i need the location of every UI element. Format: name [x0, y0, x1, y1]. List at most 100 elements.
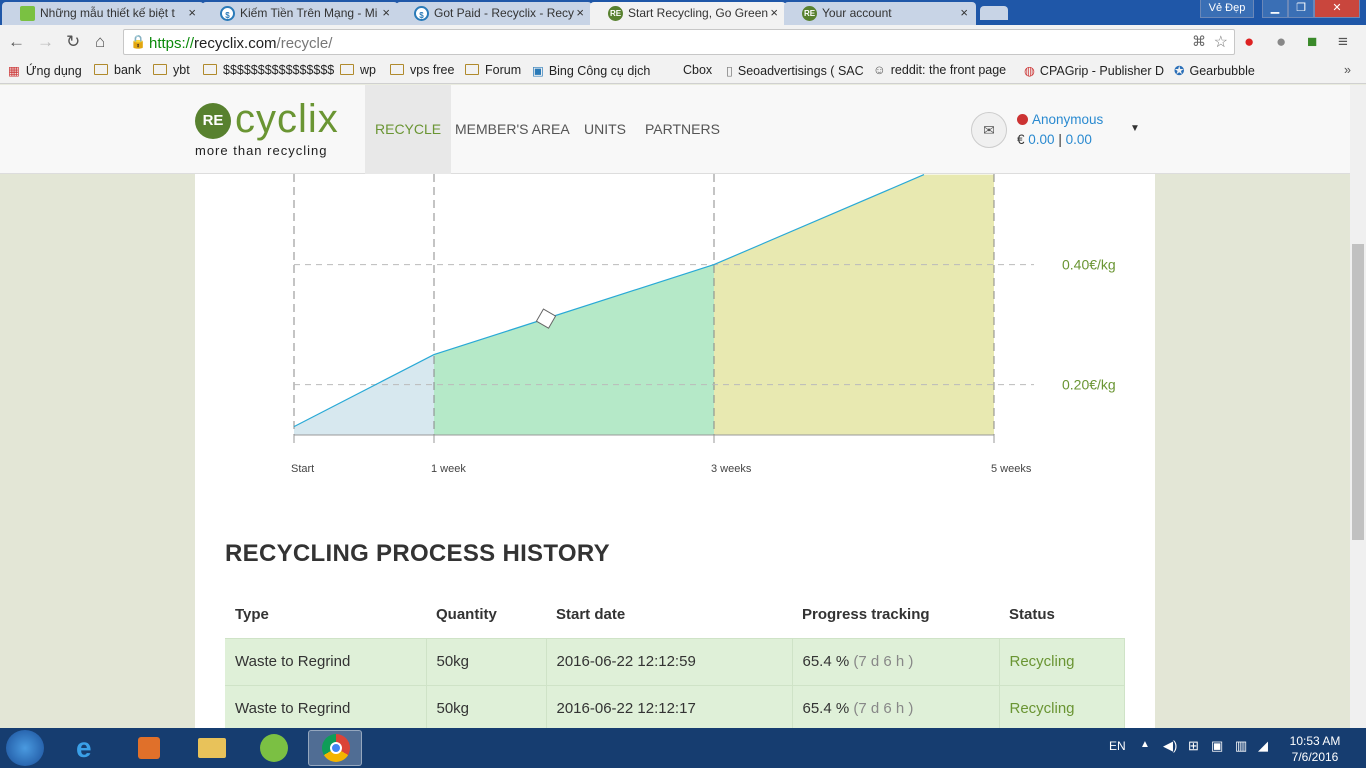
clock-time: 10:53 AM — [1289, 734, 1341, 748]
bookmark-item[interactable]: ☺ reddit: the front page — [873, 63, 1006, 77]
bookmark-folder[interactable]: bank — [94, 63, 141, 77]
close-tab-icon[interactable]: × — [770, 5, 778, 20]
column-header-type: Type — [235, 606, 269, 624]
system-clock[interactable]: 10:53 AM 7/6/2016 — [1284, 733, 1346, 765]
main-content: 0.20€/kg 0.40€/kg Start 1 week 3 weeks 5 week… — [195, 174, 1155, 728]
start-button-icon[interactable] — [6, 730, 44, 766]
minimize-button[interactable]: ▁ — [1262, 0, 1288, 18]
back-arrow-icon[interactable]: ← — [8, 32, 25, 52]
cell-progress: 65.4 % (7 d 6 h ) — [792, 637, 1000, 685]
bookmark-folder[interactable]: ybt — [153, 63, 190, 77]
dropdown-caret-icon[interactable]: ▼ — [1130, 123, 1140, 134]
opera-extension-icon[interactable]: ● — [1244, 32, 1254, 52]
column-header-status: Status — [1009, 606, 1055, 624]
browser-toolbar: ← → ↻ ⌂ 🔒 https://recyclix.com/recycle/ … — [0, 25, 1366, 59]
recyclix-favicon-icon: RE — [608, 6, 623, 21]
tab-4[interactable]: RE Start Recycling, Go Green × — [590, 2, 786, 25]
file-explorer-icon[interactable] — [184, 730, 238, 766]
coccoc-browser-icon[interactable] — [246, 730, 300, 766]
tab-5[interactable]: RE Your account × — [784, 2, 976, 25]
internet-explorer-icon[interactable]: e — [62, 730, 116, 766]
reddit-icon: ☺ — [873, 63, 886, 77]
close-tab-icon[interactable]: × — [576, 5, 584, 20]
page-icon: ▯ — [726, 64, 733, 78]
network-signal-icon[interactable]: ◢ — [1258, 738, 1268, 754]
translate-icon[interactable]: ⌘ — [1192, 33, 1206, 50]
bookmark-label: ybt — [173, 63, 190, 77]
bookmark-label: vps free — [410, 63, 455, 77]
table-header-row: Type Quantity Start date Progress tracki… — [225, 592, 1125, 638]
mail-button[interactable]: ✉ — [971, 112, 1007, 148]
action-center-icon[interactable]: ▣ — [1211, 738, 1223, 754]
user-menu[interactable]: Anonymous € 0.00 | 0.00 — [1017, 112, 1103, 147]
bookmark-folder[interactable]: $$$$$$$$$$$$$$$$ — [203, 63, 334, 77]
bookmark-star-icon[interactable]: ☆ — [1214, 32, 1228, 52]
progress-remaining: (7 d 6 h ) — [853, 653, 914, 670]
close-tab-icon[interactable]: × — [382, 5, 390, 20]
language-indicator[interactable]: EN — [1109, 739, 1126, 753]
reload-icon[interactable]: ↻ — [66, 32, 80, 52]
url-host: recyclix.com — [194, 35, 277, 52]
menu-icon[interactable]: ≡ — [1338, 32, 1348, 52]
chart-band-0 — [294, 354, 434, 435]
bookmark-item[interactable]: ✪ Gearbubble — [1174, 63, 1255, 78]
chart-band-1 — [434, 264, 714, 435]
bookmark-item[interactable]: ▦ Ứng dụng — [8, 63, 82, 78]
maximize-button[interactable]: ❐ — [1288, 0, 1314, 18]
tab-3[interactable]: $ Got Paid - Recyclix - Recy × — [396, 2, 592, 25]
home-icon[interactable]: ⌂ — [95, 32, 105, 52]
bookmark-folder[interactable]: Forum — [465, 63, 521, 77]
chart-band-2 — [714, 174, 994, 435]
tab-1[interactable]: Những mẫu thiết kế biệt t × — [2, 2, 204, 25]
nav-units[interactable]: UNITS — [584, 85, 626, 174]
close-tab-icon[interactable]: × — [188, 5, 196, 20]
power-icon[interactable]: ▥ — [1235, 738, 1247, 754]
nav-members-area[interactable]: MEMBER'S AREA — [455, 85, 570, 174]
bookmark-item[interactable]: ◍ CPAGrip - Publisher D — [1024, 63, 1164, 78]
chrome-icon[interactable] — [308, 730, 362, 766]
column-header-quantity: Quantity — [436, 606, 497, 624]
logo-tagline: more than recycling — [195, 143, 328, 158]
profile-label[interactable]: Vẻ Đẹp — [1200, 0, 1254, 18]
x-tick-label: 3 weeks — [711, 463, 752, 475]
bookmark-item[interactable]: ▣ Bing Công cụ dịch — [532, 63, 650, 78]
tab-label: Got Paid - Recyclix - Recy — [434, 6, 575, 20]
balance-separator: | — [1058, 132, 1062, 147]
nav-recycle[interactable]: RECYCLE — [365, 85, 452, 174]
scrollbar-thumb[interactable] — [1352, 244, 1364, 540]
close-tab-icon[interactable]: × — [960, 5, 968, 20]
close-window-button[interactable]: ✕ — [1314, 0, 1360, 18]
bookmark-item[interactable]: ▯ Seoadvertisings ( SAC — [726, 63, 864, 78]
tab-2[interactable]: $ Kiếm Tiền Trên Mạng - Mi × — [202, 2, 398, 25]
extension-icon[interactable]: ● — [1276, 32, 1286, 52]
tab-label: Kiếm Tiền Trên Mạng - Mi — [240, 6, 378, 20]
windows-flag-icon[interactable]: ⊞ — [1188, 738, 1199, 754]
cell-status: Recycling — [999, 637, 1125, 685]
show-hidden-icons-icon[interactable]: ▲ — [1140, 739, 1150, 750]
recyclix-favicon-icon: RE — [802, 6, 817, 21]
new-tab-button[interactable] — [980, 6, 1008, 20]
media-player-icon[interactable] — [122, 730, 176, 766]
status-dot-icon — [1017, 114, 1028, 125]
more-bookmarks-icon[interactable]: » — [1344, 63, 1351, 77]
lock-icon: 🔒 — [130, 34, 147, 49]
history-title: RECYCLING PROCESS HISTORY — [225, 540, 610, 567]
folder-icon — [340, 64, 354, 75]
volume-icon[interactable]: ◀) — [1163, 738, 1177, 754]
bookmark-label: $$$$$$$$$$$$$$$$ — [223, 63, 335, 77]
bookmark-label: wp — [360, 63, 376, 77]
cpagrip-icon: ◍ — [1024, 64, 1035, 78]
bookmark-folder[interactable]: wp — [340, 63, 376, 77]
bookmark-item[interactable]: Cbox — [683, 63, 712, 77]
forward-arrow-icon[interactable]: → — [37, 32, 54, 52]
user-name[interactable]: Anonymous — [1032, 112, 1103, 127]
tab-label: Những mẫu thiết kế biệt t — [40, 6, 175, 20]
nav-partners[interactable]: PARTNERS — [645, 85, 720, 174]
address-bar[interactable]: 🔒 https://recyclix.com/recycle/ ⌘ ☆ — [123, 29, 1235, 55]
progress-percent: 65.4 % — [802, 653, 850, 670]
extension-icon[interactable]: ■ — [1307, 32, 1317, 52]
bookmark-label: Bing Công cụ dịch — [548, 64, 651, 78]
bookmark-label: Seoadvertisings ( SAC — [737, 64, 864, 78]
bookmark-folder[interactable]: vps free — [390, 63, 454, 77]
tab-favicon-icon — [20, 6, 35, 21]
